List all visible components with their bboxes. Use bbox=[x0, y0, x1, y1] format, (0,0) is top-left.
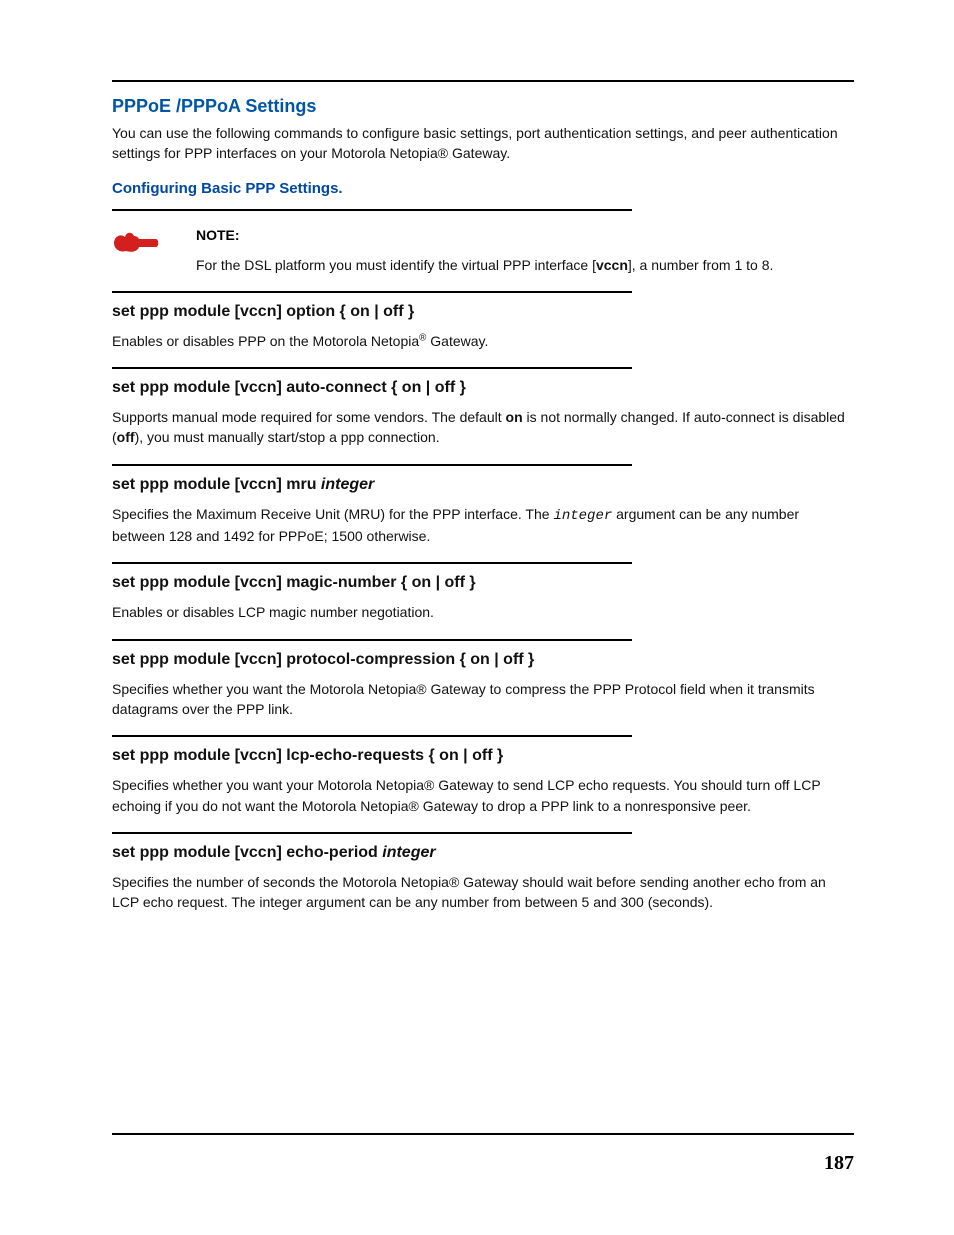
mono-integer: integer bbox=[553, 508, 612, 524]
cmd-autoconnect-heading: set ppp module [vccn] auto-connect { on … bbox=[112, 379, 854, 397]
cmd-mru-heading: set ppp module [vccn] mru integer bbox=[112, 476, 854, 494]
note-block: NOTE: For the DSL platform you must iden… bbox=[112, 221, 854, 291]
page: PPPoE /PPPoA Settings You can use the fo… bbox=[0, 0, 954, 1235]
heading-sub: Configuring Basic PPP Settings. bbox=[112, 180, 854, 197]
divider bbox=[112, 464, 632, 466]
note-body: NOTE: For the DSL platform you must iden… bbox=[172, 221, 854, 291]
cmd-magic-desc: Enables or disables LCP magic number neg… bbox=[112, 602, 854, 622]
cmd-magic-heading: set ppp module [vccn] magic-number { on … bbox=[112, 574, 854, 592]
cmd-autoconnect-desc: Supports manual mode required for some v… bbox=[112, 407, 854, 448]
text: ), you must manually start/stop a ppp co… bbox=[135, 429, 440, 445]
divider bbox=[112, 639, 632, 641]
italic-integer: integer bbox=[382, 844, 435, 861]
divider bbox=[112, 367, 632, 369]
divider bbox=[112, 562, 632, 564]
text: set ppp module [vccn] mru bbox=[112, 476, 321, 493]
page-number: 187 bbox=[824, 1152, 854, 1175]
text: set ppp module [vccn] echo-period bbox=[112, 844, 382, 861]
bold-on: on bbox=[506, 409, 523, 425]
divider bbox=[112, 209, 632, 211]
note-text: For the DSL platform you must identify t… bbox=[196, 255, 854, 275]
cmd-echo-period-desc: Specifies the number of seconds the Moto… bbox=[112, 872, 854, 913]
bold-off: off bbox=[117, 429, 135, 445]
content-frame: PPPoE /PPPoA Settings You can use the fo… bbox=[112, 80, 854, 1135]
cmd-echo-period-heading: set ppp module [vccn] echo-period intege… bbox=[112, 844, 854, 862]
cmd-lcp-echo-desc: Specifies whether you want your Motorola… bbox=[112, 775, 854, 816]
cmd-lcp-echo-heading: set ppp module [vccn] lcp-echo-requests … bbox=[112, 747, 854, 765]
cmd-protocol-desc: Specifies whether you want the Motorola … bbox=[112, 679, 854, 720]
note-vccn: vccn bbox=[596, 257, 628, 273]
heading-main: PPPoE /PPPoA Settings bbox=[112, 96, 854, 117]
text: Enables or disables PPP on the Motorola … bbox=[112, 333, 419, 349]
pointing-hand-icon bbox=[112, 221, 172, 291]
text: Supports manual mode required for some v… bbox=[112, 409, 506, 425]
text: Gateway. bbox=[426, 333, 488, 349]
note-suffix: ], a number from 1 to 8. bbox=[628, 257, 774, 273]
divider bbox=[112, 735, 632, 737]
cmd-option-heading: set ppp module [vccn] option { on | off … bbox=[112, 303, 854, 321]
italic-integer: integer bbox=[321, 476, 374, 493]
cmd-option-desc: Enables or disables PPP on the Motorola … bbox=[112, 331, 854, 351]
note-label: NOTE: bbox=[196, 227, 854, 243]
intro-paragraph: You can use the following commands to co… bbox=[112, 123, 854, 164]
cmd-mru-desc: Specifies the Maximum Receive Unit (MRU)… bbox=[112, 504, 854, 547]
cmd-protocol-heading: set ppp module [vccn] protocol-compressi… bbox=[112, 651, 854, 669]
divider bbox=[112, 291, 632, 293]
note-prefix: For the DSL platform you must identify t… bbox=[196, 257, 596, 273]
text: Specifies the Maximum Receive Unit (MRU)… bbox=[112, 506, 553, 522]
divider bbox=[112, 832, 632, 834]
